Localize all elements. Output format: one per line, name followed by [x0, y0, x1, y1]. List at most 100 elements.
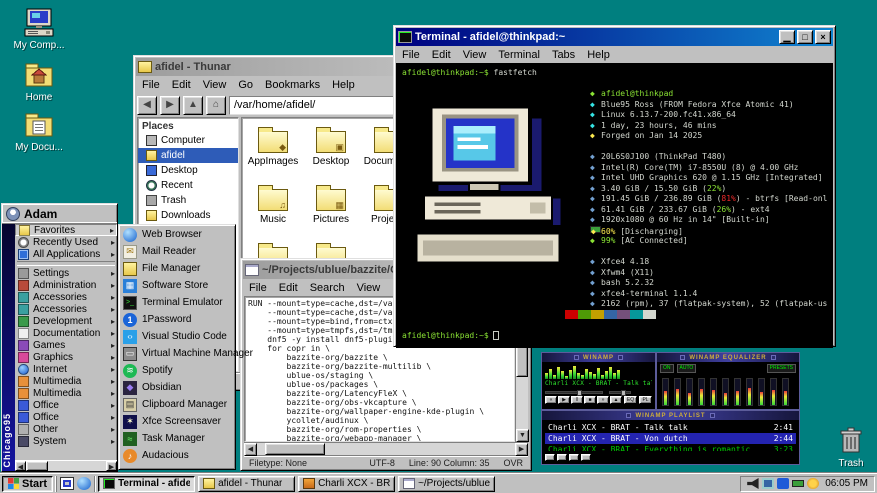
- eq-band-slider[interactable]: [734, 378, 741, 406]
- place-item[interactable]: Downloads: [138, 208, 238, 223]
- start-menu-item[interactable]: Multimedia ▸: [15, 375, 117, 387]
- submenu-item[interactable]: 1 1Password: [120, 311, 234, 328]
- start-menu-item[interactable]: Accessories ▸: [15, 291, 117, 303]
- scrollbar-thumb[interactable]: [265, 443, 325, 455]
- place-item[interactable]: Recent: [138, 178, 238, 193]
- winamp-menu-icon[interactable]: [574, 355, 579, 360]
- start-menu-item[interactable]: Administration ▸: [15, 279, 117, 291]
- start-menu-item[interactable]: Settings ▸: [15, 267, 117, 279]
- volume-slider[interactable]: [545, 391, 603, 394]
- scroll-left-icon[interactable]: ◀: [15, 461, 26, 471]
- playlist-track[interactable]: Charli XCX - BRAT - Everything is romant…: [545, 444, 796, 451]
- playlist-track[interactable]: Charli XCX - BRAT - Talk talk 2:41: [545, 422, 796, 433]
- menu-item[interactable]: Help: [581, 48, 616, 62]
- eq-sliders[interactable]: [660, 374, 796, 407]
- start-menu-item[interactable]: Internet ▸: [15, 363, 117, 375]
- menu-item[interactable]: View: [197, 78, 233, 92]
- show-desktop-icon[interactable]: [60, 477, 74, 490]
- menu-item[interactable]: View: [457, 48, 493, 62]
- eject-icon[interactable]: ▲: [610, 396, 622, 404]
- play-icon[interactable]: ▶: [558, 396, 570, 404]
- home-button[interactable]: ⌂: [206, 96, 226, 115]
- eq-auto-button[interactable]: AUTO: [677, 364, 697, 373]
- winamp-menu-icon[interactable]: [626, 413, 631, 418]
- playlist-misc-button[interactable]: [581, 454, 591, 461]
- submenu-item[interactable]: ≈ Task Manager: [120, 430, 234, 447]
- submenu-item[interactable]: ◆ Obsidian: [120, 379, 234, 396]
- task-button[interactable]: Terminal - afidel@t...: [98, 476, 195, 492]
- place-item[interactable]: Desktop: [138, 163, 238, 178]
- folder-item[interactable]: ▣ Desktop: [302, 127, 360, 183]
- scroll-right-icon[interactable]: ▶: [515, 443, 528, 456]
- menu-item[interactable]: Help: [326, 78, 361, 92]
- scroll-down-icon[interactable]: ▼: [516, 429, 529, 442]
- terminal-content[interactable]: afidel@thinkpad:~$ fastfetch ◆afidel@thi…: [396, 63, 833, 348]
- menu-item[interactable]: Edit: [166, 78, 197, 92]
- start-menu-item[interactable]: Other ▸: [15, 423, 117, 435]
- eq-band-slider[interactable]: [782, 378, 789, 406]
- close-button[interactable]: ×: [815, 30, 831, 44]
- equalizer-toggle-button[interactable]: EQ: [624, 396, 637, 404]
- playlist-track[interactable]: Charli XCX - BRAT - Von dutch 2:44: [545, 433, 796, 444]
- equalizer-titlebar[interactable]: WINAMP EQUALIZER: [657, 353, 799, 362]
- scrollbar-thumb[interactable]: [26, 461, 48, 471]
- start-menu-item[interactable]: Graphics ▸: [15, 351, 117, 363]
- submenu-item[interactable]: File Manager: [120, 260, 234, 277]
- scroll-right-icon[interactable]: ▶: [106, 461, 117, 471]
- menu-item[interactable]: View: [351, 281, 387, 295]
- menu-item[interactable]: File: [396, 48, 426, 62]
- folder-item[interactable]: ▦ Pictures: [302, 185, 360, 241]
- menu-item[interactable]: Terminal: [492, 48, 546, 62]
- start-menu-item[interactable]: All Applications ▸: [15, 248, 117, 260]
- submenu-item[interactable]: ▦ Software Store: [120, 277, 234, 294]
- power-icon[interactable]: [807, 478, 819, 489]
- folder-item[interactable]: ♫ Music: [244, 185, 302, 241]
- start-menu-item[interactable]: Games ▸: [15, 339, 117, 351]
- winamp-close-icon[interactable]: [771, 355, 776, 360]
- previous-icon[interactable]: «: [545, 396, 557, 404]
- desktop-icon-my-computer[interactable]: My Comp...: [8, 8, 70, 51]
- submenu-item[interactable]: ▤ Clipboard Manager: [120, 396, 234, 413]
- eq-band-slider[interactable]: [698, 378, 705, 406]
- volume-icon[interactable]: [747, 478, 759, 489]
- start-menu-item[interactable]: Office ▸: [15, 411, 117, 423]
- battery-icon[interactable]: [792, 480, 804, 487]
- winamp-menu-icon[interactable]: [680, 355, 685, 360]
- desktop-icon-my-documents[interactable]: My Docu...: [8, 110, 70, 153]
- submenu-item[interactable]: ≋ Spotify: [120, 362, 234, 379]
- stop-icon[interactable]: ■: [584, 396, 596, 404]
- playlist-add-button[interactable]: [545, 454, 555, 461]
- menu-item[interactable]: Go: [232, 78, 259, 92]
- maximize-button[interactable]: □: [797, 30, 813, 44]
- folder-item[interactable]: ◆ AppImages: [244, 127, 302, 183]
- task-button[interactable]: Charli XCX - BRAT -...: [298, 476, 395, 492]
- playlist-titlebar[interactable]: WINAMP PLAYLIST: [542, 411, 799, 420]
- playlist-select-button[interactable]: [569, 454, 579, 461]
- start-menu-item[interactable]: Multimedia ▸: [15, 387, 117, 399]
- playlist-toggle-button[interactable]: PL: [639, 396, 652, 404]
- start-menu-item[interactable]: Documentation ▸: [15, 327, 117, 339]
- start-menu-item[interactable]: Accessories ▸: [15, 303, 117, 315]
- minimize-button[interactable]: ▁: [779, 30, 795, 44]
- submenu-item[interactable]: ▭ Virtual Machine Manager: [120, 345, 234, 362]
- web-browser-quick-icon[interactable]: [77, 477, 91, 490]
- menu-item[interactable]: Tabs: [546, 48, 581, 62]
- task-button[interactable]: ~/Projects/ublue/b...: [398, 476, 495, 492]
- eq-band-slider[interactable]: [674, 378, 681, 406]
- clock[interactable]: 06:05 PM: [823, 478, 868, 489]
- place-item[interactable]: afidel: [138, 148, 238, 163]
- task-button[interactable]: afidel - Thunar: [198, 476, 295, 492]
- submenu-item[interactable]: ✉ Mail Reader: [120, 243, 234, 260]
- pause-icon[interactable]: ‖: [571, 396, 583, 404]
- start-menu-scrollbar[interactable]: ◀ ▶: [15, 460, 117, 471]
- up-button[interactable]: ▲: [183, 96, 203, 115]
- start-menu-item[interactable]: Recently Used ▸: [15, 236, 117, 248]
- eq-band-slider[interactable]: [662, 378, 669, 406]
- start-button[interactable]: Start: [2, 476, 53, 492]
- eq-presets-button[interactable]: PRESETS: [767, 364, 796, 373]
- bluetooth-icon[interactable]: [777, 478, 789, 489]
- start-menu-item[interactable]: Favorites ▸: [15, 224, 117, 236]
- menu-item[interactable]: Edit: [273, 281, 304, 295]
- menu-item[interactable]: File: [136, 78, 166, 92]
- start-menu-item[interactable]: Office ▸: [15, 399, 117, 411]
